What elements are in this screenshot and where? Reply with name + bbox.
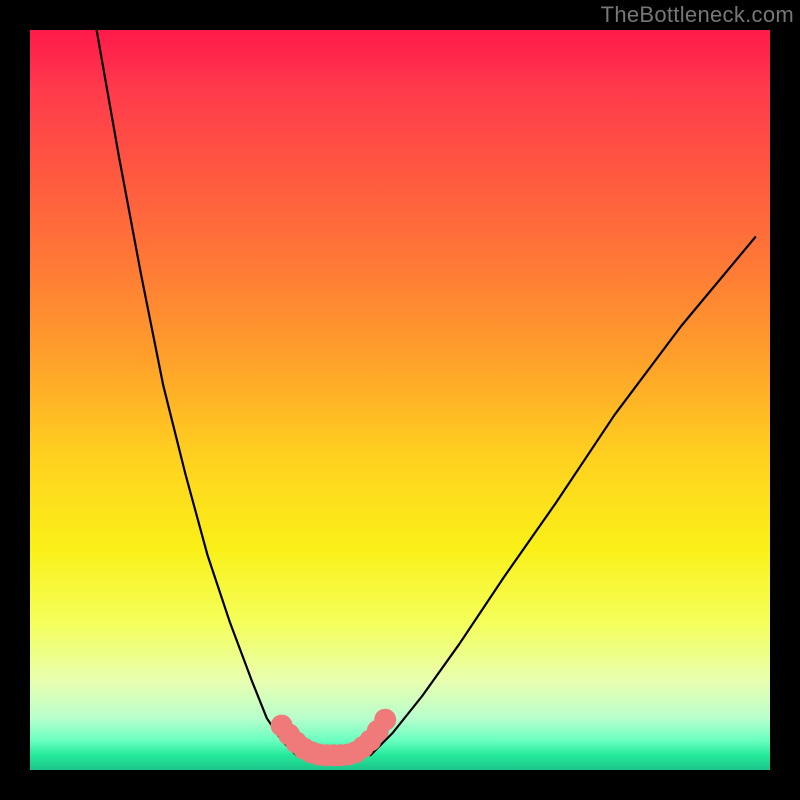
bottom-markers-group xyxy=(271,709,397,767)
left-curve-line xyxy=(97,30,297,755)
plot-area xyxy=(30,30,770,770)
chart-svg xyxy=(30,30,770,770)
watermark-text: TheBottleneck.com xyxy=(601,2,794,28)
chart-frame: TheBottleneck.com xyxy=(0,0,800,800)
right-curve-line xyxy=(370,237,755,755)
marker-dot xyxy=(374,709,396,731)
